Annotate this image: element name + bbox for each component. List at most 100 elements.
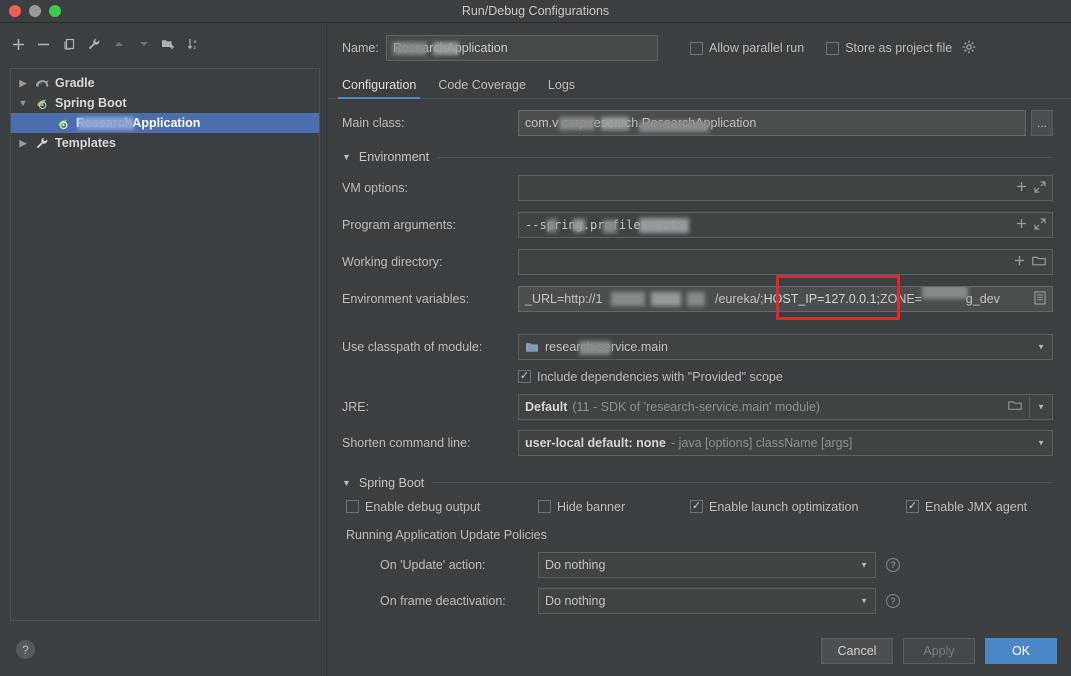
chevron-right-icon[interactable]: ▶ bbox=[17, 78, 29, 89]
environment-section-header[interactable]: ▼ Environment bbox=[342, 150, 1053, 164]
on-frame-deactivation-row: On frame deactivation: Do nothing ▼ ? bbox=[342, 587, 1053, 614]
browse-list-icon[interactable] bbox=[1034, 290, 1046, 308]
tree-item-spring-boot[interactable]: ▼ Spring Boot bbox=[11, 93, 319, 113]
shorten-command-line-value: user-local default: none bbox=[525, 435, 666, 450]
minimize-window-button[interactable] bbox=[29, 5, 41, 17]
plus-icon[interactable] bbox=[1016, 181, 1027, 195]
chevron-right-icon[interactable]: ▶ bbox=[17, 138, 29, 149]
configuration-form: Main class: com.v corp.research.Research… bbox=[328, 110, 1071, 614]
vm-options-label: VM options: bbox=[342, 181, 409, 195]
checkbox-box bbox=[826, 41, 840, 55]
tab-logs[interactable]: Logs bbox=[548, 78, 575, 98]
spring-boot-icon bbox=[55, 115, 71, 131]
environment-section-label: Environment bbox=[358, 150, 430, 164]
spring-boot-options: Enable debug output Hide banner Enable l… bbox=[342, 500, 1053, 514]
move-up-button[interactable] bbox=[106, 32, 131, 56]
jre-value: Default bbox=[525, 399, 568, 414]
chevron-down-icon[interactable]: ▼ bbox=[17, 98, 29, 108]
enable-launch-optimization-checkbox[interactable]: Enable launch optimization bbox=[690, 500, 906, 514]
vm-options-input[interactable] bbox=[518, 175, 1053, 201]
gear-icon[interactable] bbox=[962, 40, 976, 57]
plus-icon[interactable] bbox=[1014, 255, 1025, 269]
enable-jmx-agent-checkbox[interactable]: Enable JMX agent bbox=[906, 500, 1027, 514]
working-directory-input[interactable] bbox=[518, 249, 1053, 275]
on-update-action-combo[interactable]: Do nothing ▼ bbox=[538, 551, 876, 578]
working-directory-label: Working directory: bbox=[342, 255, 443, 269]
spring-boot-section-header[interactable]: ▼ Spring Boot bbox=[342, 476, 1053, 490]
use-classpath-of-module-row: Use classpath of module: research-servic… bbox=[342, 334, 1053, 360]
main-class-label: Main class: bbox=[342, 116, 405, 130]
dialog-buttons: Cancel Apply OK bbox=[821, 638, 1057, 664]
tab-code-coverage[interactable]: Code Coverage bbox=[438, 78, 526, 98]
folder-icon[interactable] bbox=[1032, 255, 1046, 270]
plus-icon[interactable] bbox=[1016, 218, 1027, 232]
chevron-down-icon[interactable]: ▼ bbox=[342, 152, 351, 162]
on-update-action-label: On 'Update' action: bbox=[380, 557, 486, 572]
update-policies-label: Running Application Update Policies bbox=[346, 527, 547, 542]
configuration-tabs[interactable]: Configuration Code Coverage Logs bbox=[328, 69, 1071, 99]
copy-configuration-button[interactable] bbox=[56, 32, 81, 56]
use-classpath-of-module-label: Use classpath of module: bbox=[342, 340, 483, 354]
main-class-input[interactable]: com.v corp.research.ResearchApplication bbox=[518, 110, 1026, 136]
expand-icon[interactable] bbox=[1034, 217, 1046, 233]
environment-variables-input[interactable]: _URL=http://1 xxxxxxxxxxxxxxxxxx /eureka… bbox=[518, 286, 1053, 312]
chevron-down-icon[interactable]: ▼ bbox=[1037, 343, 1045, 352]
gradle-icon bbox=[34, 75, 50, 91]
tree-item-templates[interactable]: ▶ Templates bbox=[11, 133, 319, 153]
store-as-project-file-checkbox[interactable]: Store as project file bbox=[826, 40, 976, 57]
shorten-command-line-row: Shorten command line: user-local default… bbox=[342, 429, 1053, 456]
close-window-button[interactable] bbox=[9, 5, 21, 17]
help-button[interactable]: ? bbox=[16, 640, 35, 659]
chevron-down-icon[interactable]: ▼ bbox=[1037, 438, 1045, 447]
expand-icon[interactable] bbox=[1034, 180, 1046, 196]
name-label: Name: bbox=[342, 41, 379, 55]
include-provided-scope-checkbox[interactable]: Include dependencies with "Provided" sco… bbox=[518, 370, 783, 384]
enable-debug-output-checkbox[interactable]: Enable debug output bbox=[346, 500, 538, 514]
chevron-down-icon[interactable]: ▼ bbox=[342, 478, 351, 488]
name-input[interactable]: ResearchApplication bbox=[386, 35, 658, 61]
cancel-button[interactable]: Cancel bbox=[821, 638, 893, 664]
sort-configurations-button[interactable]: a z bbox=[181, 32, 206, 56]
sidebar-toolbar: a z bbox=[0, 29, 326, 59]
allow-parallel-run-checkbox[interactable]: Allow parallel run bbox=[690, 41, 804, 55]
tree-item-label: Spring Boot bbox=[55, 96, 127, 110]
chevron-down-icon[interactable]: ▼ bbox=[1037, 402, 1045, 411]
folder-icon[interactable] bbox=[1008, 399, 1022, 414]
chevron-down-icon[interactable]: ▼ bbox=[860, 596, 868, 605]
env-value-prefix: _URL=http://1 bbox=[525, 292, 603, 306]
jre-combo[interactable]: Default (11 - SDK of 'research-service.m… bbox=[518, 393, 1053, 420]
main-class-browse-button[interactable]: ... bbox=[1031, 110, 1053, 136]
hide-banner-checkbox[interactable]: Hide banner bbox=[538, 500, 690, 514]
on-update-action-row: On 'Update' action: Do nothing ▼ ? bbox=[342, 551, 1053, 578]
shorten-command-line-label: Shorten command line: bbox=[342, 435, 471, 450]
edit-templates-button[interactable] bbox=[81, 32, 106, 56]
remove-configuration-button[interactable] bbox=[31, 32, 56, 56]
tree-item-label: ResearchApplication bbox=[76, 116, 201, 130]
move-down-button[interactable] bbox=[131, 32, 156, 56]
add-configuration-button[interactable] bbox=[6, 32, 31, 56]
program-arguments-input[interactable]: --spring.profiles.act bbox=[518, 212, 1053, 238]
tree-item-label: Templates bbox=[55, 136, 116, 150]
use-classpath-of-module-combo[interactable]: research-service.main ▼ bbox=[518, 334, 1053, 360]
tree-item-gradle[interactable]: ▶ Gradle bbox=[11, 73, 319, 93]
zoom-window-button[interactable] bbox=[49, 5, 61, 17]
enable-launch-optimization-label: Enable launch optimization bbox=[709, 499, 859, 514]
apply-button[interactable]: Apply bbox=[903, 638, 975, 664]
on-frame-deactivation-combo[interactable]: Do nothing ▼ bbox=[538, 587, 876, 614]
tree-item-research-application[interactable]: ResearchApplication bbox=[11, 113, 319, 133]
on-update-action-help-icon[interactable]: ? bbox=[886, 557, 900, 572]
tab-configuration[interactable]: Configuration bbox=[337, 78, 421, 99]
checkbox-box bbox=[690, 41, 703, 55]
update-policies-header: Running Application Update Policies bbox=[342, 528, 1053, 542]
env-value-mid: /eureka/; bbox=[714, 292, 764, 306]
configurations-tree[interactable]: ▶ Gradle ▼ Spring Boot ResearchApplicati… bbox=[10, 68, 320, 621]
new-folder-button[interactable] bbox=[156, 32, 181, 56]
shorten-command-line-combo[interactable]: user-local default: none - java [options… bbox=[518, 429, 1053, 456]
jre-label: JRE: bbox=[342, 399, 370, 414]
svg-text:z: z bbox=[193, 45, 196, 51]
chevron-down-icon[interactable]: ▼ bbox=[860, 560, 868, 569]
ok-button[interactable]: OK bbox=[985, 638, 1057, 664]
on-frame-deactivation-help-icon[interactable]: ? bbox=[886, 593, 900, 608]
program-arguments-row: Program arguments: --spring.profiles.act bbox=[342, 212, 1053, 238]
include-provided-scope-label: Include dependencies with "Provided" sco… bbox=[537, 369, 783, 384]
